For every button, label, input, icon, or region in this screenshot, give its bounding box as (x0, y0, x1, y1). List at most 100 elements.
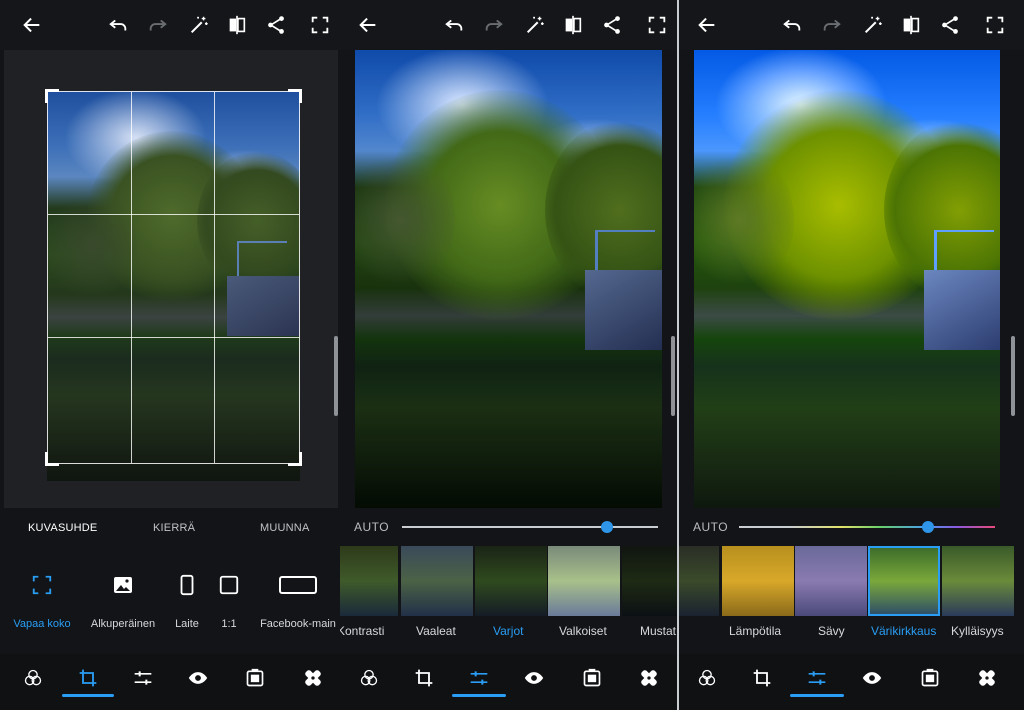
panel-scroll-handle[interactable] (671, 336, 675, 416)
back-arrow-icon[interactable] (20, 13, 44, 37)
magic-wand-icon[interactable] (523, 13, 547, 37)
bandage-icon[interactable] (975, 666, 999, 690)
tool-label-selected[interactable]: Värikirkkaus (871, 624, 936, 638)
adjust-icon[interactable] (805, 666, 829, 690)
thumb-varikirkkaus[interactable] (868, 546, 940, 616)
crop-grid-line (130, 92, 132, 463)
thumb-kyllaisyys[interactable] (942, 546, 1014, 616)
crop-handle-top-right[interactable] (288, 89, 302, 103)
compare-icon[interactable] (899, 13, 923, 37)
active-tool-indicator (790, 694, 844, 697)
auto-button[interactable]: AUTO (693, 520, 728, 534)
frame-icon[interactable] (243, 666, 267, 690)
crop-handle-bottom-right[interactable] (288, 452, 302, 466)
crop-panel: KUVASUHDE KIERRÄ MUUNNA Vapaa koko Alkup… (0, 0, 340, 710)
photo-preview (355, 50, 662, 508)
slider-knob[interactable] (922, 521, 935, 533)
magic-wand-icon[interactable] (861, 13, 885, 37)
tool-label[interactable]: Kontrasti (340, 624, 384, 638)
square-icon (212, 560, 246, 610)
magic-wand-icon[interactable] (187, 13, 211, 37)
crop-handle-bottom-left[interactable] (45, 452, 59, 466)
undo-icon[interactable] (106, 13, 130, 37)
thumb-valkoiset[interactable] (548, 546, 620, 616)
top-toolbar (340, 0, 677, 50)
crop-handle-top-left[interactable] (45, 89, 59, 103)
thumb-savy[interactable] (795, 546, 867, 616)
compare-icon[interactable] (225, 13, 249, 37)
tool-label[interactable]: Sävy (818, 624, 845, 638)
thumb-mustat[interactable] (622, 546, 677, 616)
active-tool-indicator (62, 694, 114, 697)
frame-icon[interactable] (580, 666, 604, 690)
adjust-icon[interactable] (131, 666, 155, 690)
adjust-slider: AUTO (679, 508, 1024, 546)
aspect-square[interactable]: 1:1 (212, 560, 246, 630)
share-icon[interactable] (264, 13, 288, 37)
active-tool-indicator (452, 694, 506, 697)
bottom-toolbar (340, 654, 677, 710)
tool-label[interactable]: Kylläisyys (951, 624, 1004, 638)
slider-knob[interactable] (600, 521, 613, 533)
crop-grid-line (213, 92, 215, 463)
crop-icon[interactable] (412, 666, 436, 690)
frame-icon[interactable] (918, 666, 942, 690)
crop-grid-line (48, 336, 299, 338)
looks-icon[interactable] (695, 666, 719, 690)
phone-icon (168, 560, 206, 610)
crop-icon[interactable] (750, 666, 774, 690)
panel-scroll-handle[interactable] (334, 336, 338, 416)
thumb-lampotila[interactable] (722, 546, 794, 616)
crop-grid-line (48, 214, 299, 216)
wide-rect-icon (256, 560, 340, 610)
bandage-icon[interactable] (301, 666, 325, 690)
tool-label[interactable]: Lämpötila (729, 624, 781, 638)
thumb-varjot[interactable] (475, 546, 547, 616)
looks-icon[interactable] (21, 666, 45, 690)
back-arrow-icon[interactable] (695, 13, 719, 37)
fullscreen-icon[interactable] (983, 13, 1007, 37)
adjust-icon[interactable] (467, 666, 491, 690)
aspect-device[interactable]: Laite (168, 560, 206, 630)
crop-icon[interactable] (76, 666, 100, 690)
bottom-toolbar (0, 654, 340, 710)
share-icon[interactable] (938, 13, 962, 37)
share-icon[interactable] (600, 13, 624, 37)
aspect-original[interactable]: Alkuperäinen (86, 560, 160, 630)
tool-label-selected[interactable]: Varjot (493, 624, 523, 638)
aspect-free[interactable]: Vapaa koko (8, 560, 76, 630)
tool-label[interactable]: Valkoiset (559, 624, 607, 638)
fullscreen-icon[interactable] (308, 13, 332, 37)
image-icon (86, 560, 160, 610)
aspect-label: Facebook-main (260, 618, 336, 630)
tab-kierra[interactable]: KIERRÄ (153, 522, 195, 534)
bandage-icon[interactable] (637, 666, 661, 690)
auto-button[interactable]: AUTO (354, 520, 389, 534)
tab-muunna[interactable]: MUUNNA (260, 522, 309, 534)
thumb-vaaleat[interactable] (401, 546, 473, 616)
looks-icon[interactable] (357, 666, 381, 690)
slider-track[interactable] (402, 526, 658, 528)
tab-kuvasuhde[interactable]: KUVASUHDE (28, 522, 97, 534)
back-arrow-icon[interactable] (356, 13, 380, 37)
eye-icon[interactable] (186, 666, 210, 690)
fullscreen-icon[interactable] (645, 13, 669, 37)
aspect-ratio-list: Vapaa koko Alkuperäinen Laite 1:1 Facebo… (0, 560, 340, 650)
tool-label[interactable]: Vaaleat (416, 624, 456, 638)
compare-icon[interactable] (561, 13, 585, 37)
thumb-partial[interactable] (679, 546, 719, 616)
aspect-label: 1:1 (221, 618, 237, 630)
panel-scroll-handle[interactable] (1011, 336, 1015, 416)
aspect-facebook[interactable]: Facebook-main (256, 560, 340, 630)
slider-track[interactable] (739, 526, 995, 528)
eye-icon[interactable] (522, 666, 546, 690)
aspect-label: Vapaa koko (13, 618, 71, 630)
tool-label[interactable]: Mustat (640, 624, 676, 638)
tool-thumbnails (340, 546, 677, 616)
thumb-kontrasti[interactable] (340, 546, 398, 616)
undo-icon[interactable] (780, 13, 804, 37)
undo-icon[interactable] (442, 13, 466, 37)
crop-frame[interactable] (45, 89, 302, 466)
eye-icon[interactable] (860, 666, 884, 690)
tool-labels: Lämpötila Sävy Värikirkkaus Kylläisyys (679, 624, 1024, 644)
